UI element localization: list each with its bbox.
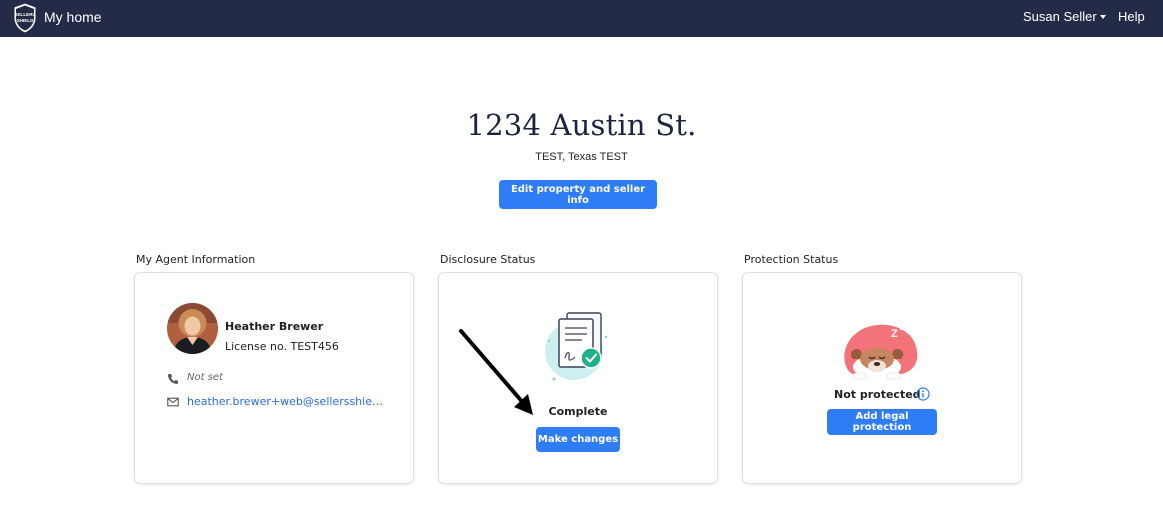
nav-home-link[interactable]: My home (44, 9, 102, 25)
agent-name: Heather Brewer (225, 320, 324, 333)
protection-section-label: Protection Status (744, 253, 839, 266)
disclosure-status: Complete (548, 405, 608, 418)
phone-icon (168, 374, 178, 384)
agent-phone: Not set (187, 372, 223, 383)
protection-card: Z Z Not protected Add legal protection (742, 272, 1022, 484)
help-link[interactable]: Help (1118, 9, 1145, 24)
agent-card: Heather Brewer License no. TEST456 Not s… (134, 272, 414, 484)
user-menu-label: Susan Seller (1023, 9, 1097, 24)
info-icon[interactable] (916, 387, 930, 401)
svg-text:SELLERS: SELLERS (14, 12, 35, 17)
protection-status: Not protected (834, 388, 921, 401)
mail-icon (167, 397, 179, 407)
edit-property-button[interactable]: Edit property and seller info (499, 180, 657, 209)
sleeping-dog-icon: Z Z (844, 323, 918, 380)
disclosure-card: Complete Make changes (438, 272, 718, 484)
top-navbar: SELLERS SHIELD My home Susan Seller Help (0, 0, 1163, 37)
svg-text:Z: Z (900, 323, 905, 332)
user-menu-dropdown[interactable]: Susan Seller (1023, 9, 1106, 24)
property-location: TEST, Texas TEST (535, 151, 628, 163)
chevron-down-icon (1099, 14, 1106, 19)
agent-email-link[interactable]: heather.brewer+web@sellersshield... (187, 395, 383, 408)
disclosure-section-label: Disclosure Status (440, 253, 536, 266)
sellers-shield-logo[interactable]: SELLERS SHIELD (12, 2, 38, 34)
agent-license: License no. TEST456 (225, 340, 339, 353)
agent-section-label: My Agent Information (136, 253, 256, 266)
make-changes-button[interactable]: Make changes (536, 427, 620, 452)
property-address: 1234 Austin St. (466, 108, 697, 142)
svg-text:Z: Z (891, 328, 898, 340)
document-check-icon (545, 312, 608, 381)
add-legal-protection-button[interactable]: Add legal protection (827, 409, 937, 435)
svg-text:SHIELD: SHIELD (17, 18, 35, 23)
agent-avatar (167, 303, 218, 354)
